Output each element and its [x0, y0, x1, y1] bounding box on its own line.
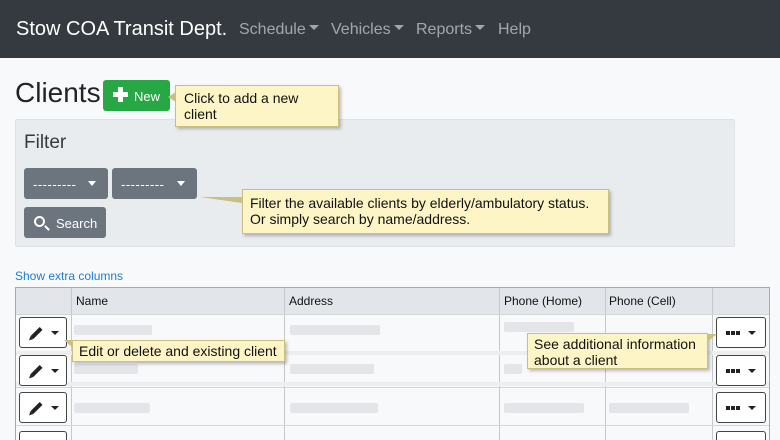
callout-new-text: Click to add a new client: [184, 90, 299, 122]
new-button-label: New: [134, 89, 161, 104]
new-client-button[interactable]: New: [103, 80, 170, 111]
redacted-name: [74, 403, 150, 413]
nav-reports-label: Reports: [416, 21, 473, 38]
redacted-phone-home: [504, 364, 522, 374]
client-info-button[interactable]: [716, 431, 766, 440]
ellipsis-icon: [726, 369, 730, 373]
search-button-label: Search: [56, 216, 98, 231]
ellipsis-icon: [726, 406, 730, 410]
callout-edit-text: Edit or delete and existing client: [79, 343, 277, 359]
caret-down-icon: [88, 181, 96, 186]
callout-tail: [64, 340, 73, 348]
brand-title[interactable]: Stow COA Transit Dept.: [16, 18, 227, 41]
column-divider: [71, 288, 72, 440]
column-header-phone-cell[interactable]: Phone (Cell): [609, 294, 676, 308]
redacted-phone-home: [504, 322, 574, 332]
pencil-icon: [30, 326, 43, 340]
redacted-name: [74, 325, 152, 335]
nav-schedule[interactable]: Schedule: [239, 21, 319, 39]
top-navbar: Stow COA Transit Dept. Schedule Vehicles…: [0, 0, 780, 58]
callout-new-client: Click to add a new client: [168, 85, 339, 127]
elderly-filter-select[interactable]: ---------: [24, 168, 108, 199]
page-title: Clients: [15, 77, 101, 108]
edit-client-button[interactable]: [19, 355, 67, 386]
client-info-button[interactable]: [716, 317, 766, 348]
pencil-icon: [30, 401, 43, 415]
column-header-name[interactable]: Name: [76, 294, 108, 308]
callout-info-line2: about a client: [534, 352, 618, 368]
redacted-phone-home: [504, 403, 584, 413]
redacted-name: [74, 364, 138, 374]
callout-filter-line2: Or simply search by name/address.: [250, 211, 471, 227]
show-extra-columns-link[interactable]: Show extra columns: [15, 269, 123, 283]
redacted-phone-cell: [609, 403, 689, 413]
client-info-button[interactable]: [716, 392, 766, 423]
redacted-address: [290, 403, 378, 413]
caret-down-icon: [748, 406, 756, 410]
nav-vehicles-label: Vehicles: [331, 21, 391, 38]
column-divider: [499, 288, 500, 440]
search-icon: [34, 216, 45, 227]
nav-reports[interactable]: Reports: [416, 21, 486, 39]
column-header-address[interactable]: Address: [289, 294, 333, 308]
callout-tail: [168, 92, 176, 102]
column-header-phone-home[interactable]: Phone (Home): [504, 294, 582, 308]
row-divider: [16, 425, 769, 426]
row-divider: [16, 387, 769, 388]
redacted-address: [290, 364, 374, 374]
redacted-address: [290, 325, 380, 335]
ambulatory-filter-select[interactable]: ---------: [112, 168, 197, 199]
callout-filter-line1: Filter the available clients by elderly/…: [250, 195, 590, 211]
filter-title: Filter: [24, 132, 67, 153]
caret-down-icon: [308, 25, 319, 31]
callout-filter: Filter the available clients by elderly/…: [199, 180, 609, 234]
callout-tail: [707, 334, 717, 342]
redacted-row-band: [16, 382, 769, 386]
caret-down-icon: [177, 181, 185, 186]
search-button[interactable]: Search: [24, 207, 106, 238]
ellipsis-icon: [726, 331, 730, 335]
nav-schedule-label: Schedule: [239, 21, 306, 38]
nav-help[interactable]: Help: [498, 21, 531, 39]
nav-vehicles[interactable]: Vehicles: [331, 21, 404, 39]
client-info-button[interactable]: [716, 355, 766, 386]
caret-down-icon: [51, 331, 59, 335]
caret-down-icon: [748, 369, 756, 373]
plus-icon: [113, 87, 128, 102]
caret-down-icon: [748, 331, 756, 335]
edit-client-button[interactable]: [19, 431, 67, 440]
edit-client-button[interactable]: [19, 317, 67, 348]
caret-down-icon: [51, 369, 59, 373]
callout-info-line1: See additional information: [534, 336, 696, 352]
row-divider: [16, 314, 769, 315]
caret-down-icon: [51, 406, 59, 410]
caret-down-icon: [475, 25, 486, 31]
callout-client-info: See additional information about a clien…: [527, 333, 717, 369]
callout-edit-client: Edit or delete and existing client: [64, 340, 285, 362]
caret-down-icon: [393, 25, 404, 31]
column-divider: [712, 288, 713, 440]
column-divider: [284, 288, 285, 440]
elderly-select-value: ---------: [33, 177, 77, 192]
pencil-icon: [30, 364, 43, 378]
edit-client-button[interactable]: [19, 392, 67, 423]
ambulatory-select-value: ---------: [121, 177, 165, 192]
